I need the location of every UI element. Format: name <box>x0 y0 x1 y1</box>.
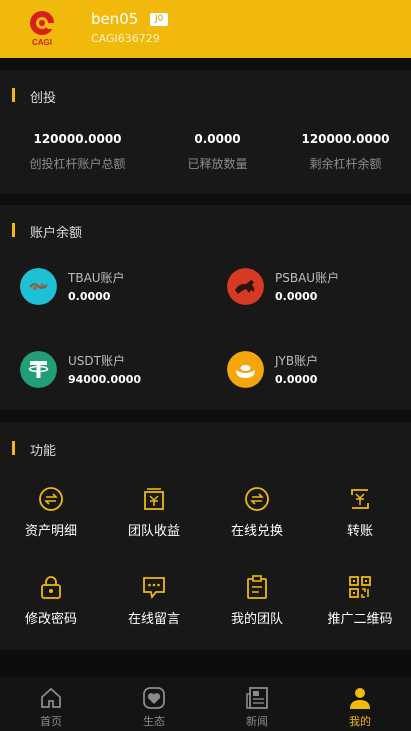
account-value: 0.0000 <box>68 290 111 303</box>
qrcode-icon <box>349 576 371 598</box>
nav-label: 首页 <box>40 715 62 728</box>
profile-header: CAGI ben05 J0 CAGI636729 <box>0 0 411 58</box>
gold-ingot-icon <box>227 351 264 388</box>
nav-ecology[interactable]: 生态 <box>103 677 205 729</box>
username: ben05 <box>91 10 139 28</box>
function-label: 修改密码 <box>24 612 77 627</box>
function-label: 在线兑换 <box>230 524 283 539</box>
investment-stat: 0.0000 已释放数量 <box>149 132 286 172</box>
function-label: 我的团队 <box>230 612 283 627</box>
stat-value: 120000.0000 <box>33 132 122 146</box>
home-icon <box>41 687 61 708</box>
balance-section: 账户余额 <box>0 205 411 410</box>
nav-label: 我的 <box>349 715 371 728</box>
transfer-yuan-icon <box>351 489 369 509</box>
account-name: USDT账户 <box>68 354 125 368</box>
account-name: JYB账户 <box>275 354 319 368</box>
horse-icon <box>227 268 264 305</box>
account-value: 0.0000 <box>275 290 318 303</box>
stat-value: 120000.0000 <box>301 132 390 146</box>
bottom-nav: 首页 生态 新闻 我的 <box>0 677 411 731</box>
clipboard-icon <box>247 575 267 599</box>
user-icon <box>350 688 370 709</box>
account-value: 0.0000 <box>275 373 318 386</box>
nav-label: 生态 <box>143 715 165 728</box>
user-id: CAGI636729 <box>91 32 160 45</box>
function-label: 转账 <box>346 524 373 539</box>
message-icon <box>143 577 165 600</box>
section-title: 账户余额 <box>12 222 82 241</box>
account-value: 94000.0000 <box>68 373 142 386</box>
referral-qrcode-button[interactable]: 推广二维码 <box>309 574 411 627</box>
account-name: PSBAU账户 <box>275 271 340 285</box>
stat-label: 创投杠杆账户总额 <box>29 157 126 171</box>
online-message-button[interactable]: 在线留言 <box>103 574 205 627</box>
level-badge: J0 <box>150 13 169 26</box>
yuan-box-icon <box>144 488 164 510</box>
my-team-button[interactable]: 我的团队 <box>206 574 308 627</box>
function-label: 团队收益 <box>127 524 180 539</box>
nav-news[interactable]: 新闻 <box>206 677 308 729</box>
investment-stat: 120000.0000 创投杠杆账户总额 <box>9 132 146 172</box>
investment-stat: 120000.0000 剩余杠杆余额 <box>277 132 411 172</box>
svg-text:CAGI: CAGI <box>32 38 52 47</box>
stat-value: 0.0000 <box>194 132 241 146</box>
stat-label: 已释放数量 <box>187 157 248 171</box>
lock-icon <box>41 576 61 599</box>
stat-label: 剩余杠杆余额 <box>309 157 382 171</box>
account-name: TBAU账户 <box>68 271 125 285</box>
section-title: 功能 <box>12 440 56 459</box>
ecology-icon <box>143 687 165 709</box>
tbau-icon <box>20 268 57 305</box>
asset-details-button[interactable]: 资产明细 <box>0 486 102 539</box>
tether-icon <box>20 351 57 388</box>
team-earnings-button[interactable]: 团队收益 <box>103 486 205 539</box>
exchange-circle-icon <box>39 487 63 511</box>
change-password-button[interactable]: 修改密码 <box>0 574 102 627</box>
news-icon <box>246 687 268 709</box>
cagi-logo: CAGI <box>30 11 54 47</box>
nav-mine[interactable]: 我的 <box>309 677 411 729</box>
exchange-circle-icon <box>245 487 269 511</box>
transfer-button[interactable]: 转账 <box>309 486 411 539</box>
function-label: 资产明细 <box>24 524 77 539</box>
function-label: 在线留言 <box>127 612 180 627</box>
function-label: 推广二维码 <box>327 612 393 627</box>
section-title: 创投 <box>12 87 56 106</box>
online-exchange-button[interactable]: 在线兑换 <box>206 486 308 539</box>
nav-label: 新闻 <box>246 715 268 728</box>
nav-home[interactable]: 首页 <box>0 677 102 729</box>
